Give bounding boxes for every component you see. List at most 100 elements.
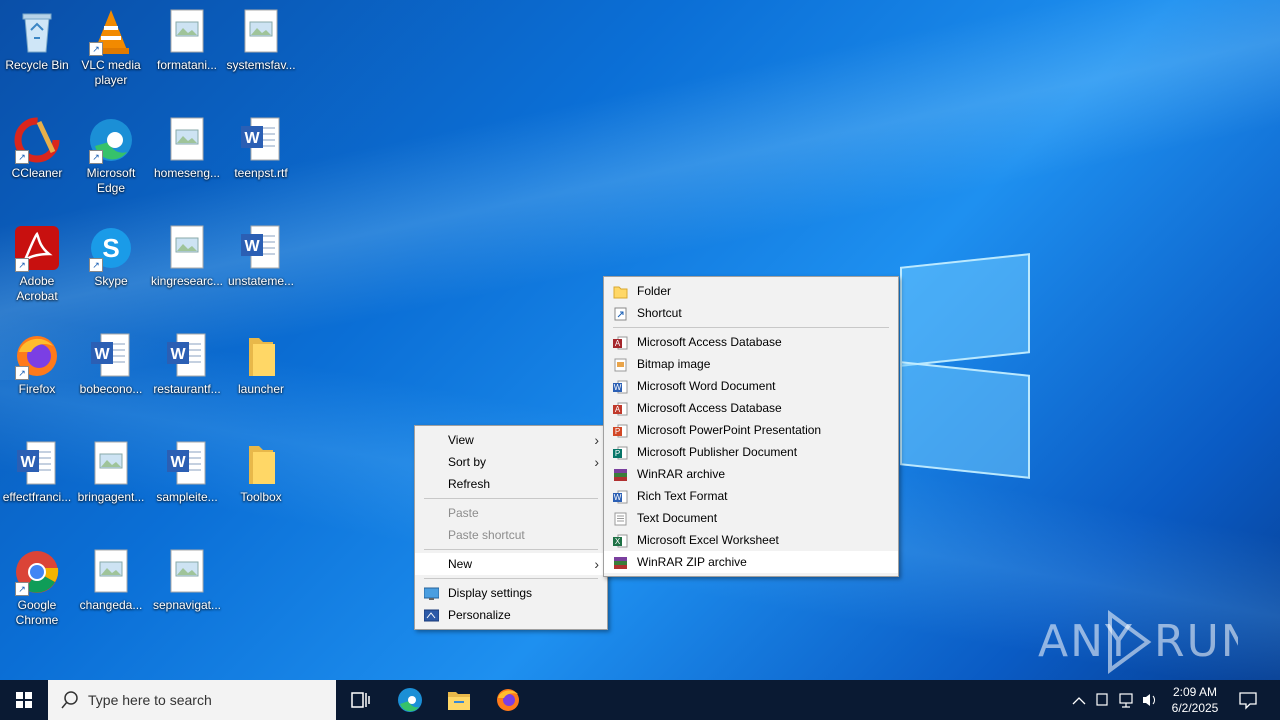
menu-item-label: View (448, 433, 474, 447)
svg-text:W: W (614, 493, 622, 502)
menu-item-label: New (448, 557, 473, 571)
desktop-icon-firefox[interactable]: ↗ Firefox (0, 332, 74, 397)
submenu-item-text-document[interactable]: Text Document (604, 507, 898, 529)
submenu-item-bitmap-image[interactable]: Bitmap image (604, 353, 898, 375)
desktop-icon-chrome[interactable]: ↗ Google Chrome (0, 548, 74, 628)
access-icon: A (613, 401, 628, 416)
menu-item-label: Microsoft Word Document (637, 379, 776, 393)
desktop-icon-restaurantf[interactable]: W restaurantf... (150, 332, 224, 397)
desktop-icon-recycle-bin[interactable]: Recycle Bin (0, 8, 74, 73)
volume-icon (1143, 694, 1150, 706)
desktop-icon-launcher[interactable]: launcher (224, 332, 298, 397)
menu-item-label: Text Document (637, 511, 718, 525)
chevron-up-icon (1072, 697, 1086, 705)
submenu-item-folder[interactable]: Folder (604, 280, 898, 302)
desktop-icon-ccleaner[interactable]: ↗ CCleaner (0, 116, 74, 181)
submenu-item-publisher[interactable]: P Microsoft Publisher Document (604, 441, 898, 463)
desktop-icon-changeda[interactable]: changeda... (74, 548, 148, 613)
submenu-item-winrar-zip[interactable]: WinRAR ZIP archive (604, 551, 898, 573)
desktop-icon-label: restaurantf... (153, 382, 221, 396)
display-icon (423, 586, 440, 600)
acrobat-icon: ↗ (13, 224, 61, 272)
desktop-icon-systemsfav[interactable]: systemsfav... (224, 8, 298, 73)
desktop-icon-bringagent[interactable]: bringagent... (74, 440, 148, 505)
desktop-icon-acrobat[interactable]: ↗ Adobe Acrobat (0, 224, 74, 304)
taskbar-search-box[interactable]: Type here to search (48, 680, 336, 720)
menu-item-personalize[interactable]: Personalize (415, 604, 607, 626)
desktop-icon-vlc[interactable]: ↗ VLC media player (74, 8, 148, 88)
desktop-icon-label: sepnavigat... (152, 598, 222, 612)
edge-icon (398, 688, 422, 712)
menu-item-new[interactable]: New › (415, 553, 607, 575)
windows-start-icon (16, 692, 32, 708)
personalize-icon (423, 608, 440, 622)
menu-item-paste[interactable]: Paste (415, 502, 607, 524)
desktop-icon-kingresearc[interactable]: kingresearc... (150, 224, 224, 289)
folder-icon (613, 284, 628, 299)
desktop-icon-unstateme[interactable]: W unstateme... (224, 224, 298, 289)
submenu-item-powerpoint[interactable]: P Microsoft PowerPoint Presentation (604, 419, 898, 441)
submenu-item-winrar-archive[interactable]: WinRAR archive (604, 463, 898, 485)
submenu-item-access-database-2[interactable]: A Microsoft Access Database (604, 397, 898, 419)
word-doc-icon: W (13, 440, 61, 488)
svg-text:X: X (615, 537, 621, 546)
taskbar-file-explorer-button[interactable] (435, 680, 483, 720)
desktop-icon-skype[interactable]: S ↗ Skype (74, 224, 148, 289)
desktop-icon-label: homeseng... (153, 166, 221, 180)
menu-item-view[interactable]: View › (415, 429, 607, 451)
menu-item-paste-shortcut[interactable]: Paste shortcut (415, 524, 607, 546)
start-button[interactable] (0, 680, 48, 720)
desktop-icon-homeseng[interactable]: homeseng... (150, 116, 224, 181)
image-file-icon (87, 548, 135, 596)
taskbar-clock[interactable]: 2:09 AM 6/2/2025 (1162, 684, 1228, 716)
winrar-zip-icon (613, 555, 628, 569)
desktop-icon-toolbox[interactable]: Toolbox (224, 440, 298, 505)
submenu-item-access-database[interactable]: A Microsoft Access Database (604, 331, 898, 353)
action-center-button[interactable] (1228, 680, 1276, 720)
menu-item-refresh[interactable]: Refresh (415, 473, 607, 495)
desktop-icon-bobecono[interactable]: W bobecono... (74, 332, 148, 397)
publisher-icon: P (613, 445, 628, 460)
desktop-icon-teenpst[interactable]: W teenpst.rtf (224, 116, 298, 181)
submenu-item-word-document[interactable]: W Microsoft Word Document (604, 375, 898, 397)
task-view-button[interactable] (336, 680, 384, 720)
submenu-item-excel[interactable]: X Microsoft Excel Worksheet (604, 529, 898, 551)
desktop-icon-label: teenpst.rtf (234, 166, 288, 180)
submenu-item-shortcut[interactable]: Shortcut (604, 302, 898, 324)
svg-text:RUN: RUN (1154, 616, 1238, 667)
svg-text:W: W (244, 130, 260, 147)
clock-time: 2:09 AM (1172, 685, 1218, 699)
desktop[interactable]: Recycle Bin ↗ VLC media player formatani… (0, 0, 1280, 680)
word-doc-icon: W (163, 440, 211, 488)
taskbar-firefox-button[interactable] (484, 680, 532, 720)
desktop-icon-effectfranci[interactable]: W effectfranci... (0, 440, 74, 505)
desktop-icon-sampleite[interactable]: W sampleite... (150, 440, 224, 505)
tray-icons (1072, 693, 1155, 708)
menu-item-sort-by[interactable]: Sort by › (415, 451, 607, 473)
desktop-icon-label: kingresearc... (150, 274, 224, 288)
shortcut-arrow-icon: ↗ (15, 150, 29, 164)
menu-item-label: Folder (637, 284, 672, 298)
svg-text:S: S (102, 233, 119, 263)
file-explorer-icon (448, 692, 470, 710)
desktop-icon-formatani[interactable]: formatani... (150, 8, 224, 73)
desktop-icon-label: bobecono... (79, 382, 143, 396)
firefox-icon (497, 689, 519, 711)
svg-text:W: W (94, 346, 110, 363)
folder-icon (237, 440, 285, 488)
ccleaner-icon: ↗ (13, 116, 61, 164)
shortcut-arrow-icon: ↗ (89, 42, 103, 56)
desktop-icon-label: unstateme... (227, 274, 295, 288)
submenu-item-rich-text[interactable]: W Rich Text Format (604, 485, 898, 507)
taskbar-edge-button[interactable] (386, 680, 434, 720)
desktop-icon-sepnavigat[interactable]: sepnavigat... (150, 548, 224, 613)
menu-item-label: Microsoft Access Database (637, 335, 782, 349)
shortcut-arrow-icon: ↗ (89, 258, 103, 272)
svg-text:ANY: ANY (1038, 616, 1134, 667)
anyrun-watermark: ANY RUN (1038, 608, 1254, 678)
desktop-icon-edge[interactable]: ↗ Microsoft Edge (74, 116, 148, 196)
menu-item-display-settings[interactable]: Display settings (415, 582, 607, 604)
svg-text:W: W (614, 383, 622, 392)
svg-text:A: A (615, 405, 621, 414)
svg-text:W: W (170, 454, 186, 471)
